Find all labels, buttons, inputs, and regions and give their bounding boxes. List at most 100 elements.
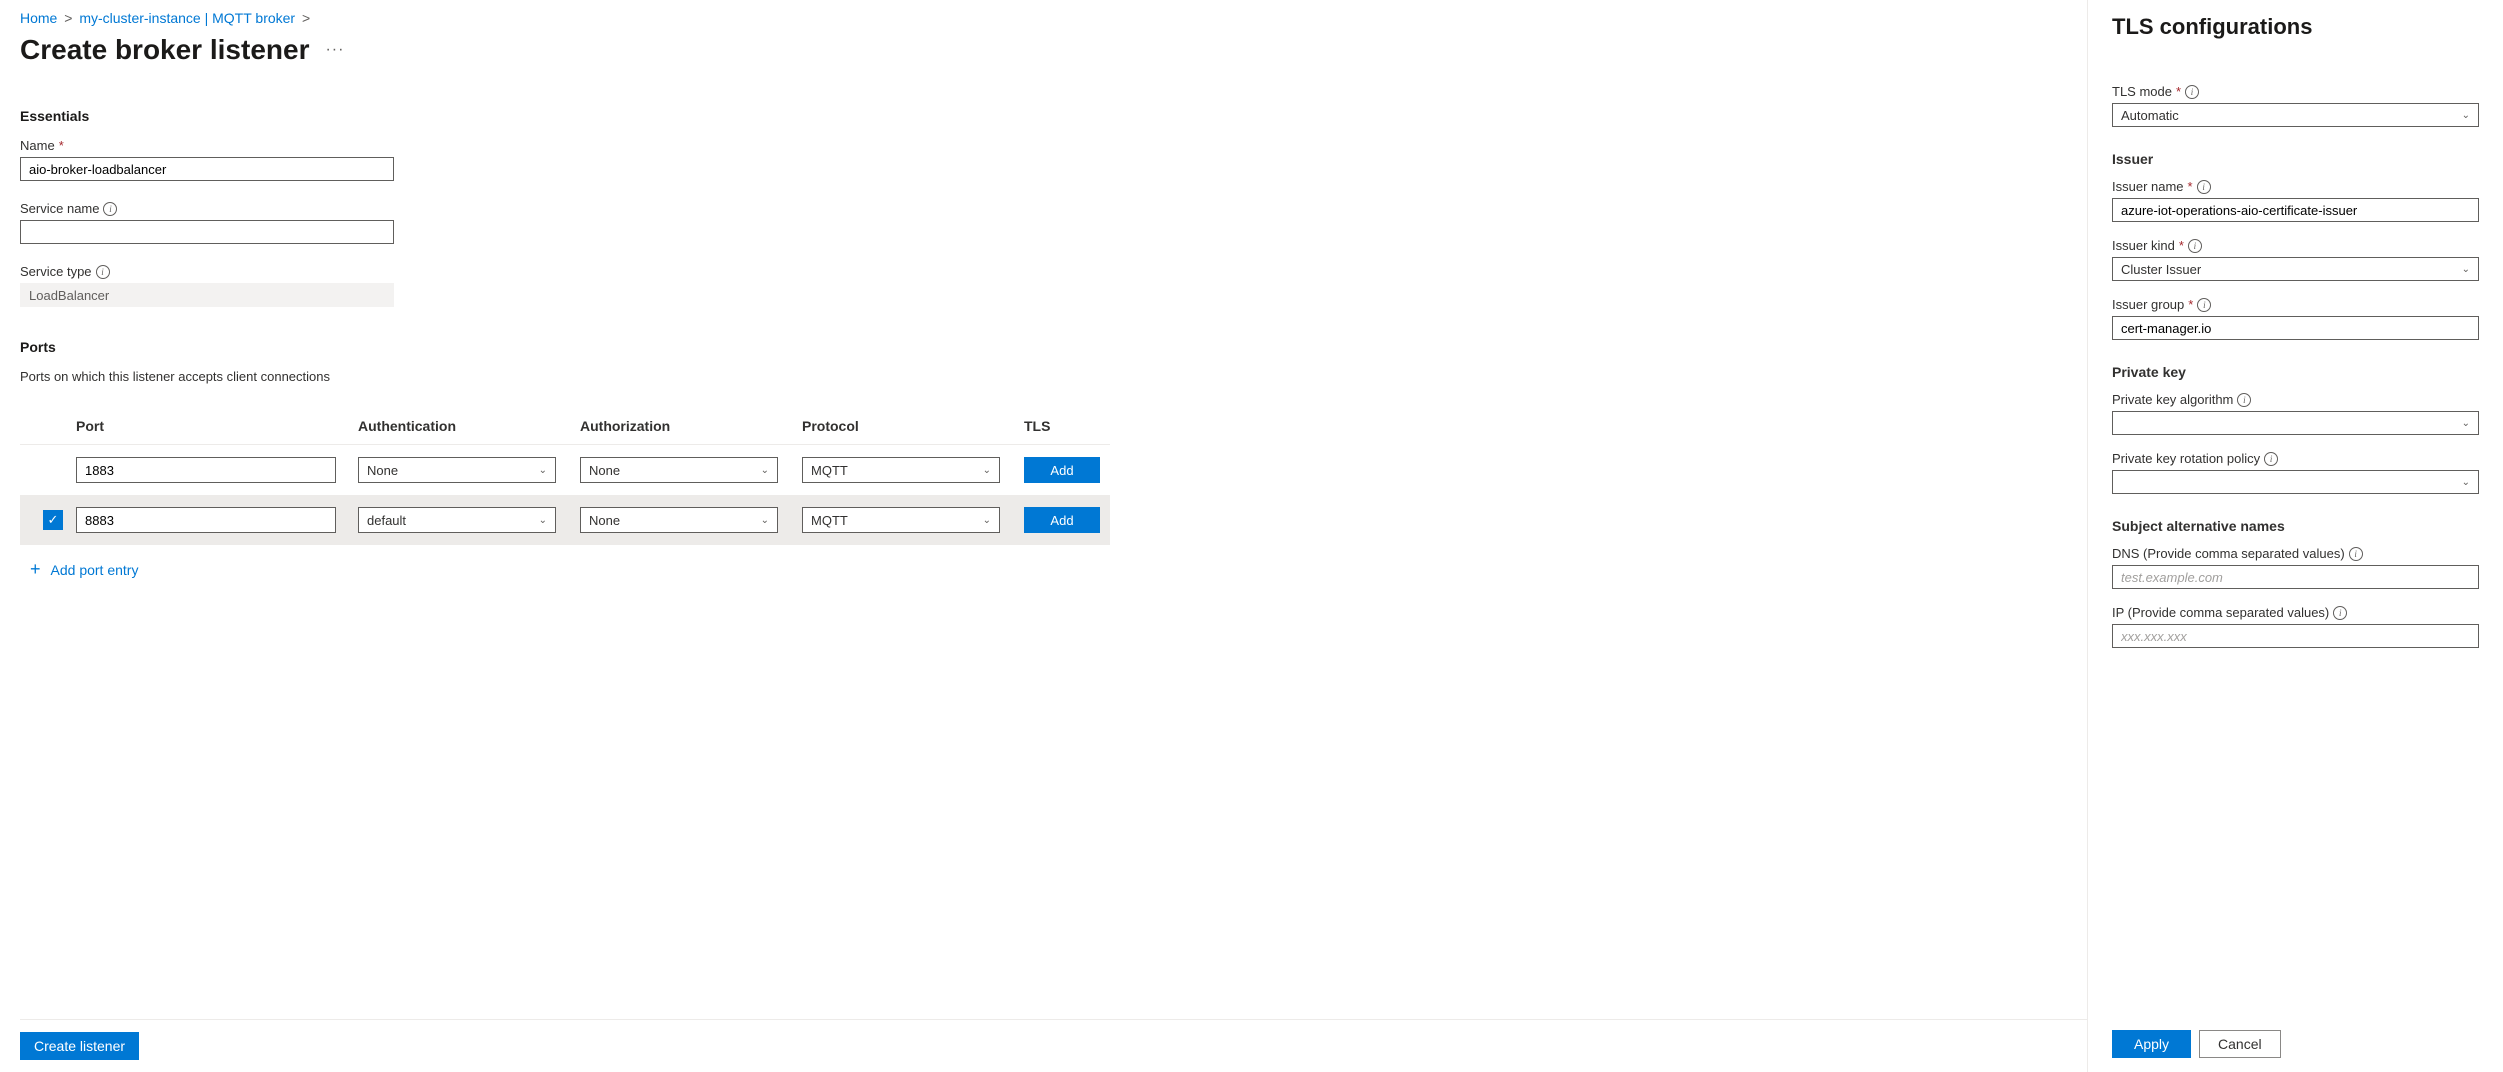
service-type-input <box>20 283 394 307</box>
more-actions-icon[interactable]: ··· <box>325 41 344 59</box>
pk-algo-select[interactable]: ⌄ <box>2112 411 2479 435</box>
cancel-button[interactable]: Cancel <box>2199 1030 2281 1058</box>
service-type-field-group: Service type i <box>20 264 2067 307</box>
required-indicator: * <box>59 138 64 153</box>
issuer-group-input[interactable] <box>2112 316 2479 340</box>
chevron-down-icon: ⌄ <box>2462 477 2470 488</box>
info-icon[interactable]: i <box>2264 452 2278 466</box>
protocol-select[interactable]: MQTT ⌄ <box>802 507 1000 533</box>
chevron-down-icon: ⌄ <box>2462 264 2470 275</box>
chevron-down-icon: ⌄ <box>983 465 991 476</box>
tls-side-panel: TLS configurations TLS mode * i Automati… <box>2087 0 2503 1072</box>
ports-heading: Ports <box>20 339 2067 355</box>
service-name-input[interactable] <box>20 220 394 244</box>
panel-title: TLS configurations <box>2112 14 2479 40</box>
breadcrumb-home[interactable]: Home <box>20 10 57 26</box>
info-icon[interactable]: i <box>2188 239 2202 253</box>
authorization-value: None <box>589 513 620 528</box>
authentication-select[interactable]: None ⌄ <box>358 457 556 483</box>
info-icon[interactable]: i <box>2333 606 2347 620</box>
authorization-select[interactable]: None ⌄ <box>580 457 778 483</box>
tls-add-button[interactable]: Add <box>1024 457 1100 483</box>
info-icon[interactable]: i <box>2197 180 2211 194</box>
chevron-down-icon: ⌄ <box>761 515 769 526</box>
name-field-group: Name * <box>20 138 2067 181</box>
port-input[interactable] <box>76 457 336 483</box>
issuer-name-input[interactable] <box>2112 198 2479 222</box>
name-label-text: Name <box>20 138 55 153</box>
san-dns-label: DNS (Provide comma separated values) i <box>2112 546 2479 561</box>
required-indicator: * <box>2176 84 2181 99</box>
column-port: Port <box>76 418 358 434</box>
column-protocol: Protocol <box>802 418 1024 434</box>
page-title: Create broker listener <box>20 34 309 66</box>
breadcrumb-cluster[interactable]: my-cluster-instance | MQTT broker <box>79 10 295 26</box>
tls-add-button[interactable]: Add <box>1024 507 1100 533</box>
issuer-group-label-text: Issuer group <box>2112 297 2184 312</box>
service-type-label: Service type i <box>20 264 2067 279</box>
service-name-label-text: Service name <box>20 201 99 216</box>
authentication-value: default <box>367 513 406 528</box>
port-input[interactable] <box>76 507 336 533</box>
info-icon[interactable]: i <box>2349 547 2363 561</box>
chevron-down-icon: ⌄ <box>761 465 769 476</box>
san-dns-input[interactable] <box>2112 565 2479 589</box>
issuer-group-label: Issuer group * i <box>2112 297 2479 312</box>
row-checkbox-checked[interactable]: ✓ <box>43 510 63 530</box>
plus-icon: + <box>30 559 41 580</box>
pk-algo-label-text: Private key algorithm <box>2112 392 2233 407</box>
san-heading: Subject alternative names <box>2112 518 2479 534</box>
row-checkbox[interactable] <box>43 460 63 480</box>
table-row: None ⌄ None ⌄ MQTT ⌄ Add <box>20 445 1110 495</box>
chevron-right-icon: > <box>64 10 72 26</box>
apply-button[interactable]: Apply <box>2112 1030 2191 1058</box>
san-ip-input[interactable] <box>2112 624 2479 648</box>
pk-rotation-label-text: Private key rotation policy <box>2112 451 2260 466</box>
row-checkbox-wrap[interactable]: ✓ <box>30 510 76 530</box>
issuer-kind-label: Issuer kind * i <box>2112 238 2479 253</box>
page-title-row: Create broker listener ··· <box>20 34 2067 66</box>
service-type-label-text: Service type <box>20 264 92 279</box>
create-listener-button[interactable]: Create listener <box>20 1032 139 1060</box>
issuer-kind-select[interactable]: Cluster Issuer ⌄ <box>2112 257 2479 281</box>
service-name-field-group: Service name i <box>20 201 2067 244</box>
pk-rotation-select[interactable]: ⌄ <box>2112 470 2479 494</box>
ports-header-row: Port Authentication Authorization Protoc… <box>20 408 1110 445</box>
table-row: ✓ default ⌄ None ⌄ MQTT ⌄ <box>20 495 1110 545</box>
issuer-heading: Issuer <box>2112 151 2479 167</box>
essentials-heading: Essentials <box>20 108 2067 124</box>
protocol-value: MQTT <box>811 463 848 478</box>
main-content: Home > my-cluster-instance | MQTT broker… <box>0 0 2087 1072</box>
required-indicator: * <box>2188 297 2193 312</box>
pk-rotation-label: Private key rotation policy i <box>2112 451 2479 466</box>
tls-mode-value: Automatic <box>2121 108 2179 123</box>
authentication-select[interactable]: default ⌄ <box>358 507 556 533</box>
service-name-label: Service name i <box>20 201 2067 216</box>
info-icon[interactable]: i <box>103 202 117 216</box>
footer-bar: Create listener <box>20 1019 2087 1072</box>
tls-mode-label: TLS mode * i <box>2112 84 2479 99</box>
pk-algo-label: Private key algorithm i <box>2112 392 2479 407</box>
name-label: Name * <box>20 138 2067 153</box>
san-ip-label-text: IP (Provide comma separated values) <box>2112 605 2329 620</box>
tls-mode-select[interactable]: Automatic ⌄ <box>2112 103 2479 127</box>
info-icon[interactable]: i <box>2237 393 2251 407</box>
column-tls: TLS <box>1024 418 1100 434</box>
chevron-right-icon: > <box>302 10 310 26</box>
authorization-select[interactable]: None ⌄ <box>580 507 778 533</box>
info-icon[interactable]: i <box>96 265 110 279</box>
chevron-down-icon: ⌄ <box>983 515 991 526</box>
required-indicator: * <box>2179 238 2184 253</box>
info-icon[interactable]: i <box>2197 298 2211 312</box>
column-authentication: Authentication <box>358 418 580 434</box>
chevron-down-icon: ⌄ <box>539 515 547 526</box>
protocol-select[interactable]: MQTT ⌄ <box>802 457 1000 483</box>
row-checkbox-wrap[interactable] <box>30 460 76 480</box>
info-icon[interactable]: i <box>2185 85 2199 99</box>
chevron-down-icon: ⌄ <box>539 465 547 476</box>
breadcrumb: Home > my-cluster-instance | MQTT broker… <box>20 10 2067 26</box>
issuer-kind-value: Cluster Issuer <box>2121 262 2201 277</box>
name-input[interactable] <box>20 157 394 181</box>
add-port-entry-button[interactable]: + Add port entry <box>20 545 1110 594</box>
column-authorization: Authorization <box>580 418 802 434</box>
